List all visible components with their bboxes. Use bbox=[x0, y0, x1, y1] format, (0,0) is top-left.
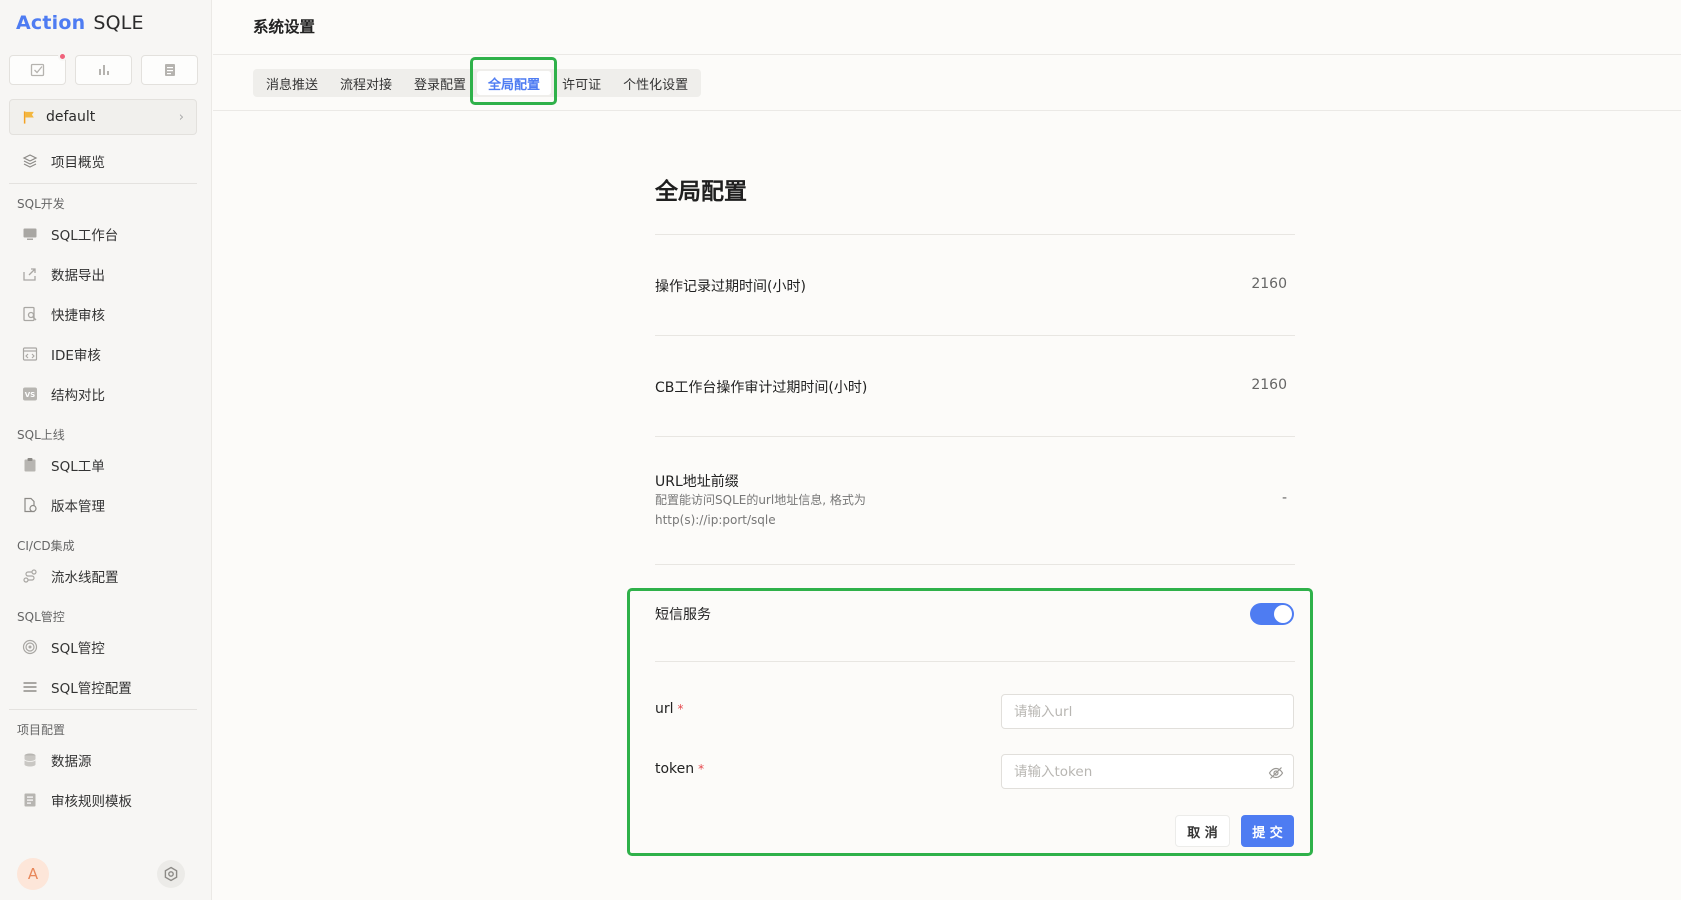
app-logo[interactable]: Action SQLE bbox=[16, 12, 144, 34]
operation-record-expiry-value: 2160 bbox=[1251, 276, 1287, 292]
submit-button[interactable]: 提 交 bbox=[1241, 815, 1294, 847]
project-name: default bbox=[46, 109, 96, 125]
file-clock-icon bbox=[22, 497, 38, 513]
sidebar-item-schema-compare[interactable]: VS 结构对比 bbox=[22, 383, 105, 405]
tab-license[interactable]: 许可证 bbox=[551, 71, 612, 95]
fingerprint-icon bbox=[22, 639, 38, 655]
todo-button[interactable] bbox=[9, 52, 67, 85]
cb-audit-expiry-value: 2160 bbox=[1251, 377, 1287, 393]
required-mark: * bbox=[698, 762, 705, 776]
sidebar-item-ide-audit[interactable]: IDE审核 bbox=[22, 343, 101, 365]
token-field-label: token * bbox=[655, 761, 705, 777]
list-settings-icon bbox=[22, 679, 38, 695]
sidebar-divider bbox=[9, 183, 197, 184]
code-window-icon bbox=[22, 346, 38, 362]
tab-personalization[interactable]: 个性化设置 bbox=[612, 71, 699, 95]
audit-search-icon bbox=[22, 306, 38, 322]
url-prefix-label: URL地址前缀 bbox=[655, 474, 739, 490]
section-sql-dev: SQL开发 bbox=[17, 197, 65, 211]
gear-icon bbox=[164, 866, 178, 882]
sidebar-item-quick-audit[interactable]: 快捷审核 bbox=[22, 303, 105, 325]
sidebar-item-datasource[interactable]: 数据源 bbox=[22, 749, 92, 771]
bar-chart-icon bbox=[98, 65, 109, 75]
sidebar-item-version-management[interactable]: 版本管理 bbox=[22, 494, 105, 516]
row-divider bbox=[655, 436, 1295, 437]
row-divider bbox=[655, 234, 1295, 235]
sms-service-toggle[interactable] bbox=[1250, 603, 1294, 625]
url-prefix-description: 配置能访问SQLE的url地址信息, 格式为 http(s)://ip:port… bbox=[655, 493, 866, 527]
section-sql-control: SQL管控 bbox=[17, 610, 65, 624]
toggle-knob bbox=[1274, 605, 1292, 623]
sidebar-item-sql-workbench[interactable]: SQL工作台 bbox=[22, 223, 118, 245]
sidebar-item-sql-control[interactable]: SQL管控 bbox=[22, 636, 105, 658]
cancel-button[interactable]: 取 消 bbox=[1175, 815, 1230, 847]
project-selector[interactable]: default › bbox=[9, 99, 197, 135]
sidebar-item-data-export[interactable]: 数据导出 bbox=[22, 263, 105, 285]
tab-global-config[interactable]: 全局配置 bbox=[477, 71, 552, 95]
notification-dot bbox=[58, 52, 67, 61]
quick-actions bbox=[9, 52, 198, 85]
section-heading: 全局配置 bbox=[655, 179, 747, 205]
tab-process-integration[interactable]: 流程对接 bbox=[329, 71, 403, 95]
sidebar-divider bbox=[9, 709, 197, 710]
row-divider bbox=[655, 661, 1295, 662]
url-field-label: url * bbox=[655, 701, 684, 717]
tab-login-config[interactable]: 登录配置 bbox=[403, 71, 477, 95]
sms-service-label: 短信服务 bbox=[655, 607, 711, 623]
url-prefix-value: - bbox=[1281, 490, 1287, 506]
eye-off-icon[interactable] bbox=[1268, 765, 1284, 781]
page-title: 系统设置 bbox=[253, 18, 316, 36]
section-sql-release: SQL上线 bbox=[17, 428, 65, 442]
row-divider bbox=[655, 335, 1295, 336]
database-icon bbox=[22, 752, 38, 768]
monitor-icon bbox=[22, 226, 38, 242]
required-mark: * bbox=[677, 702, 684, 716]
sidebar-item-sql-ticket[interactable]: SQL工单 bbox=[22, 454, 105, 476]
settings-tabs: 消息推送 流程对接 登录配置 全局配置 许可证 个性化设置 bbox=[253, 69, 702, 97]
operation-record-expiry-label: 操作记录过期时间(小时) bbox=[655, 279, 806, 295]
pipeline-icon bbox=[22, 568, 38, 584]
docs-button[interactable] bbox=[141, 55, 198, 85]
chevron-right-icon: › bbox=[178, 109, 184, 125]
sidebar-item-rule-template[interactable]: 审核规则模板 bbox=[22, 789, 132, 811]
stats-button[interactable] bbox=[75, 55, 132, 85]
export-icon bbox=[22, 266, 38, 282]
clipboard-icon bbox=[22, 457, 38, 473]
flag-icon bbox=[23, 110, 34, 124]
cb-audit-expiry-label: CB工作台操作审计过期时间(小时) bbox=[655, 380, 868, 396]
template-icon bbox=[22, 792, 38, 808]
svg-text:VS: VS bbox=[25, 391, 35, 399]
sidebar-item-overview[interactable]: 项目概览 bbox=[22, 150, 105, 172]
tab-message-push[interactable]: 消息推送 bbox=[255, 71, 329, 95]
url-input[interactable] bbox=[1001, 694, 1294, 729]
sidebar: Action SQLE default › 项目概览 SQL开发 SQL工作台 数… bbox=[0, 0, 212, 900]
row-divider bbox=[655, 564, 1295, 565]
checkbox-icon bbox=[30, 63, 44, 77]
settings-button[interactable] bbox=[157, 860, 185, 888]
vs-icon: VS bbox=[22, 386, 38, 402]
sidebar-item-sql-control-config[interactable]: SQL管控配置 bbox=[22, 676, 132, 698]
document-icon bbox=[164, 64, 175, 76]
tabs-bar: 消息推送 流程对接 登录配置 全局配置 许可证 个性化设置 bbox=[213, 55, 1681, 111]
section-project-config: 项目配置 bbox=[17, 723, 66, 737]
user-avatar[interactable]: A bbox=[17, 858, 49, 890]
token-input[interactable] bbox=[1001, 754, 1294, 789]
section-cicd: CI/CD集成 bbox=[17, 539, 75, 553]
page-header: 系统设置 bbox=[213, 0, 1681, 55]
sidebar-item-pipeline-config[interactable]: 流水线配置 bbox=[22, 565, 119, 587]
layers-icon bbox=[22, 153, 38, 169]
